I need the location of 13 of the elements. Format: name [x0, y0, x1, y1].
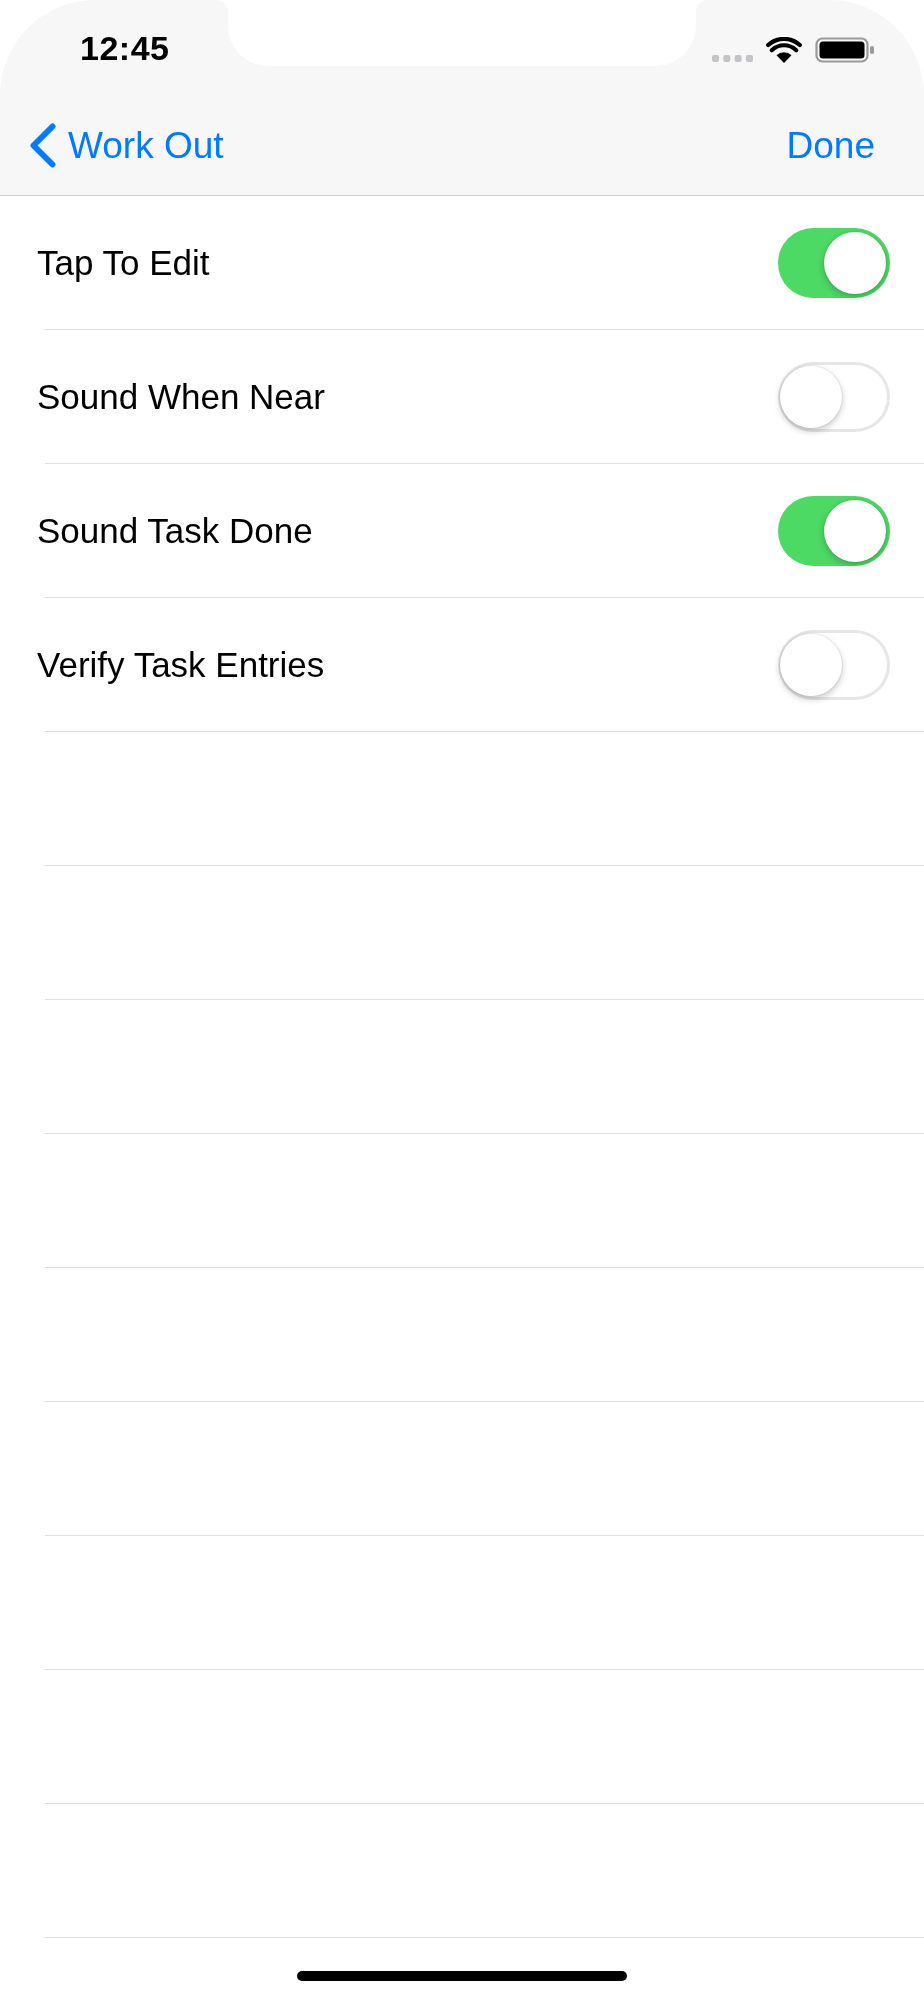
back-button[interactable]: Work Out: [29, 122, 224, 169]
status-time: 12:45: [80, 31, 170, 65]
chevron-left-icon: [29, 123, 56, 168]
setting-label: Tap To Edit: [37, 241, 210, 284]
setting-label: Sound When Near: [37, 375, 325, 418]
battery-icon: [815, 37, 874, 63]
signal-icon: [712, 55, 753, 62]
wifi-icon: [766, 37, 802, 63]
setting-label: Verify Task Entries: [37, 643, 325, 686]
toggle-switch[interactable]: [778, 629, 890, 700]
toggle-switch[interactable]: [778, 361, 890, 432]
setting-label: Sound Task Done: [37, 509, 313, 552]
done-button[interactable]: Done: [786, 122, 875, 169]
